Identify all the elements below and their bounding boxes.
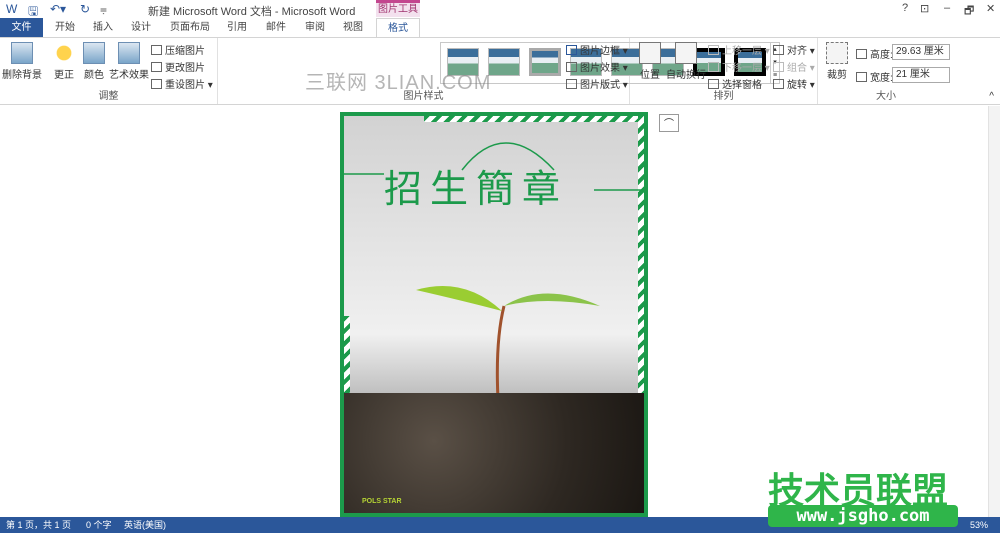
effects-icon (566, 62, 577, 72)
tab-file[interactable]: 文件 (0, 18, 43, 37)
title-bar: W 🖫 ↶▾ ↻ ⩦ 新建 Microsoft Word 文档 - Micros… (0, 0, 1000, 18)
remove-background-icon (11, 42, 33, 64)
watermark-url: www.jsgho.com (768, 505, 958, 527)
wrap-text-button[interactable]: 自动换行 (664, 42, 708, 81)
tab-design[interactable]: 设计 (126, 18, 156, 37)
label: 高度: (870, 50, 893, 61)
width-icon (856, 72, 867, 82)
group-size: 裁剪 高度: 29.63 厘米 宽度: 21 厘米 大小 (818, 38, 954, 104)
group-label: 大小 (876, 91, 896, 102)
tab-mailings[interactable]: 邮件 (261, 18, 291, 37)
send-backward-button[interactable]: 下移一层 ▾ (708, 59, 770, 74)
height-icon (856, 49, 867, 59)
position-icon (639, 42, 661, 64)
label: 宽度: (870, 73, 893, 84)
bring-forward-icon (708, 45, 719, 55)
collapse-ribbon-icon[interactable]: ^ (989, 91, 994, 102)
change-picture-icon (151, 62, 162, 72)
compress-icon (151, 45, 162, 55)
compress-pictures-button[interactable]: 压缩图片 (151, 42, 205, 57)
page-count[interactable]: 第 1 页，共 1 页 (6, 517, 71, 533)
crop-button[interactable]: 裁剪 (820, 42, 854, 81)
wrap-text-icon (675, 42, 697, 64)
width-label: 宽度: (856, 69, 893, 84)
sun-icon (53, 42, 75, 64)
vertical-scrollbar[interactable] (988, 106, 1000, 517)
poster-image[interactable]: 招生簡章 POLS STAR (340, 112, 648, 517)
align-icon (773, 45, 784, 55)
artistic-effects-icon (118, 42, 140, 64)
minimize-button[interactable]: – (944, 2, 950, 14)
label: 更正 (54, 70, 74, 81)
style-thumb[interactable] (529, 48, 561, 76)
group-label: 排列 (713, 91, 734, 102)
tab-home[interactable]: 开始 (50, 18, 80, 37)
bring-forward-button[interactable]: 上移一层 ▾ (708, 42, 770, 57)
layout-options-icon[interactable]: ⌒ (659, 114, 679, 132)
label: 压缩图片 (165, 46, 205, 57)
tab-view[interactable]: 视图 (338, 18, 368, 37)
align-button[interactable]: 对齐 ▾ (773, 42, 815, 57)
label: 图片效果 (580, 63, 620, 74)
zoom-level[interactable]: 53% (970, 517, 988, 533)
send-backward-icon (708, 62, 719, 72)
label: 组合 (787, 63, 807, 74)
redo-icon[interactable]: ↻ (80, 2, 90, 16)
label: 更改图片 (165, 63, 205, 74)
style-thumb[interactable] (488, 48, 520, 76)
label: 颜色 (84, 70, 104, 81)
label: 裁剪 (827, 70, 847, 81)
poster-heading: 招生簡章 (384, 167, 569, 211)
label: 删除背景 (2, 70, 42, 81)
color-icon (83, 42, 105, 64)
window-title: 新建 Microsoft Word 文档 - Microsoft Word (148, 6, 356, 18)
picture-border-button[interactable]: 图片边框 ▾ (566, 42, 628, 57)
tab-references[interactable]: 引用 (222, 18, 252, 37)
remove-background-button[interactable]: 删除背景 (2, 42, 42, 81)
group-icon (773, 62, 784, 72)
group-arrange: 位置 自动换行 上移一层 ▾ 下移一层 ▾ 选择窗格 对齐 ▾ 组合 ▾ 旋转 … (630, 38, 818, 104)
poster-logo: POLS STAR (362, 498, 402, 505)
word-count[interactable]: 0 个字 (86, 517, 112, 533)
label: 下移一层 (722, 63, 762, 74)
picture-tools-label: 图片工具 (376, 0, 420, 17)
label: 上移一层 (722, 46, 762, 57)
label: 自动换行 (666, 70, 706, 81)
label: 对齐 (787, 46, 807, 57)
ribbon-tabs: 文件 开始 插入 设计 页面布局 引用 邮件 审阅 视图 格式 登录 (0, 18, 1000, 55)
group-label: 调整 (98, 91, 119, 102)
change-picture-button[interactable]: 更改图片 (151, 59, 205, 74)
customize-icon[interactable]: ⩦ (100, 2, 107, 17)
help-button[interactable]: ? (902, 2, 908, 14)
tab-review[interactable]: 审阅 (300, 18, 330, 37)
height-label: 高度: (856, 46, 893, 61)
position-button[interactable]: 位置 (632, 42, 668, 81)
artistic-effects-button[interactable]: 艺术效果 (108, 42, 150, 81)
group-adjust: 删除背景 更正 颜色 艺术效果 压缩图片 更改图片 重设图片 ▾ 调整 (0, 38, 218, 104)
ribbon: 删除背景 更正 颜色 艺术效果 压缩图片 更改图片 重设图片 ▾ 调整 ▴ ▾ ≡ … (0, 37, 1000, 105)
tab-format[interactable]: 格式 (376, 18, 420, 37)
soil (344, 393, 644, 513)
label: 位置 (640, 70, 660, 81)
watermark-3lian: 三联网 3LIAN.COM (305, 72, 492, 94)
tab-insert[interactable]: 插入 (88, 18, 118, 37)
close-button[interactable]: ✕ (986, 2, 995, 15)
ribbon-display-button[interactable]: ⊡ (920, 2, 929, 15)
label: 图片边框 (580, 46, 620, 57)
group-button[interactable]: 组合 ▾ (773, 59, 815, 74)
border-icon (566, 45, 577, 55)
label: 艺术效果 (109, 70, 149, 81)
language[interactable]: 英语(美国) (124, 517, 166, 533)
width-input[interactable]: 21 厘米 (892, 67, 950, 83)
undo-icon[interactable]: ↶▾ (50, 2, 66, 16)
tab-layout[interactable]: 页面布局 (168, 18, 212, 37)
crop-icon (826, 42, 848, 64)
height-input[interactable]: 29.63 厘米 (892, 44, 950, 60)
word-icon: W (6, 2, 18, 16)
document-canvas: 招生簡章 POLS STAR ⌒ (0, 106, 1000, 517)
picture-effects-button[interactable]: 图片效果 ▾ (566, 59, 628, 74)
